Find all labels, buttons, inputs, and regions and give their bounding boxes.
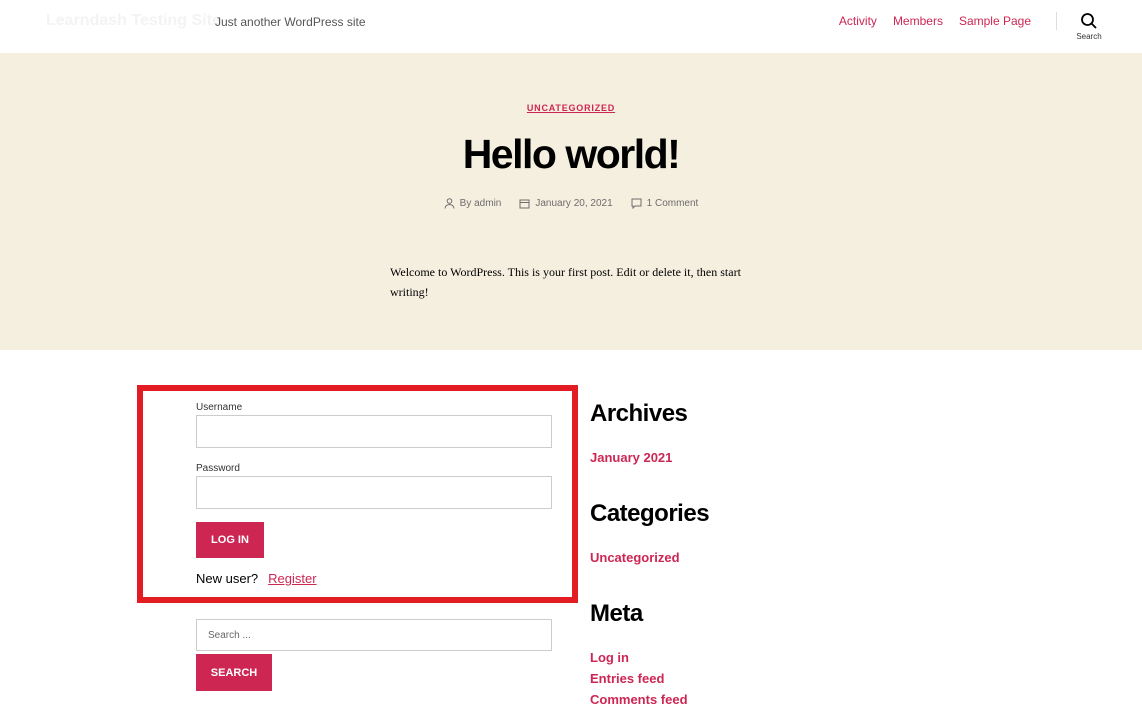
- primary-nav: Activity Members Sample Page: [839, 14, 1031, 28]
- meta-comments-feed-link[interactable]: Comments feed: [590, 689, 688, 710]
- nav-sample-page[interactable]: Sample Page: [959, 14, 1031, 28]
- meta-login-link[interactable]: Log in: [590, 647, 688, 668]
- site-title[interactable]: Learndash Testing Site: [46, 12, 221, 30]
- comment-icon: [631, 198, 642, 209]
- post-header: UNCATEGORIZED Hello world! By admin Janu…: [0, 53, 1142, 350]
- author-text: By admin: [459, 198, 502, 209]
- post-meta: By admin January 20, 2021 1 Comment: [0, 198, 1142, 209]
- date-text: January 20, 2021: [535, 198, 613, 209]
- post-content: Welcome to WordPress. This is your first…: [390, 265, 741, 299]
- category-link[interactable]: Uncategorized: [590, 547, 709, 568]
- archive-link[interactable]: January 2021: [590, 447, 687, 468]
- new-user-text: New user?: [196, 571, 259, 586]
- site-header: Learndash Testing Site Just another Word…: [0, 0, 1142, 53]
- search-toggle-button[interactable]: Search: [1070, 12, 1108, 41]
- login-button[interactable]: LOG IN: [196, 522, 264, 558]
- nav-members[interactable]: Members: [893, 14, 943, 28]
- site-tagline: Just another WordPress site: [215, 15, 366, 29]
- meta-widget: Meta Log in Entries feed Comments feed: [590, 600, 688, 710]
- search-submit-button[interactable]: SEARCH: [196, 654, 272, 691]
- meta-entries-feed-link[interactable]: Entries feed: [590, 668, 688, 689]
- new-user-row: New user? Register: [196, 571, 317, 586]
- post-date[interactable]: January 20, 2021: [519, 198, 613, 209]
- user-icon: [444, 198, 455, 209]
- meta-title: Meta: [590, 600, 643, 627]
- archives-title: Archives: [590, 400, 688, 427]
- username-label: Username: [196, 402, 243, 413]
- post-author[interactable]: By admin: [444, 198, 502, 209]
- register-link[interactable]: Register: [268, 571, 316, 586]
- search-toggle-label: Search: [1076, 32, 1102, 41]
- post-comments[interactable]: 1 Comment: [631, 198, 699, 209]
- post-category-link[interactable]: UNCATEGORIZED: [0, 103, 1142, 113]
- post-title: Hello world!: [462, 131, 681, 177]
- nav-activity[interactable]: Activity: [839, 14, 877, 28]
- archives-widget: Archives January 2021: [590, 400, 688, 468]
- search-input[interactable]: Search ...: [196, 619, 552, 651]
- calendar-icon: [519, 199, 530, 209]
- nav-divider: [1056, 12, 1057, 30]
- comments-text: 1 Comment: [646, 198, 699, 209]
- username-input[interactable]: [196, 415, 552, 448]
- categories-title: Categories: [590, 500, 710, 527]
- search-icon: [1081, 13, 1097, 29]
- password-label: Password: [196, 463, 240, 474]
- password-input[interactable]: [196, 476, 552, 509]
- categories-widget: Categories Uncategorized: [590, 500, 710, 568]
